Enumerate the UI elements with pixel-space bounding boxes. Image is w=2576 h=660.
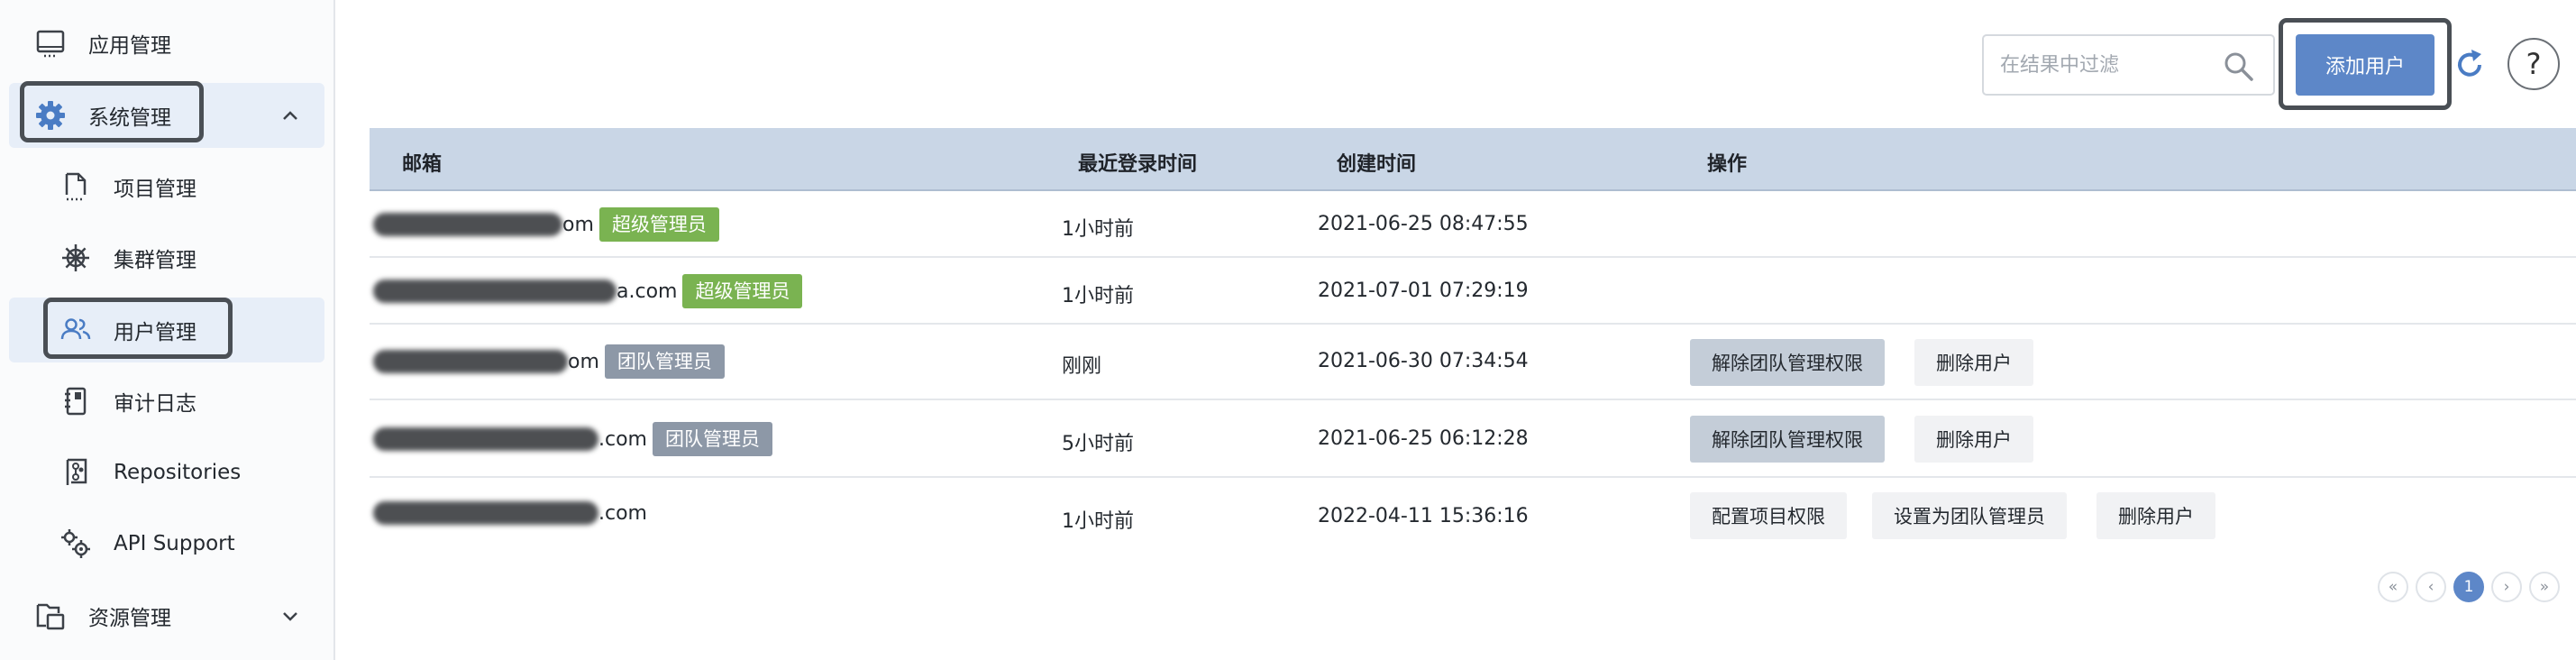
email-suffix: .com [598, 501, 647, 525]
column-header-email: 邮箱 [402, 153, 443, 176]
delete-user-button[interactable]: 删除用户 [1914, 416, 2033, 463]
created-cell: 2021-07-01 07:29:19 [1318, 280, 1529, 302]
email-suffix: a.com [617, 280, 678, 303]
pagination: « ‹ 1 › » [2378, 572, 2560, 602]
table-row: .com 1小时前 2022-04-11 15:36:16 配置项目权限 设置为… [370, 478, 2576, 550]
table-row: om 团队管理员 刚刚 2021-06-30 07:34:54 解除团队管理权限… [370, 325, 2576, 400]
sidebar-item-api-support[interactable]: API Support [9, 511, 324, 576]
column-header-created: 创建时间 [1337, 153, 1417, 176]
sidebar-item-label: Repositories [114, 461, 242, 484]
sidebar: 应用管理 系统管理 项目管理 集群管理 用户管理 审计日志 Repositori… [0, 0, 335, 660]
refresh-icon[interactable] [2452, 47, 2488, 83]
sidebar-item-project-management[interactable]: 项目管理 [9, 154, 324, 219]
last-page-button[interactable]: » [2529, 572, 2560, 602]
sidebar-item-audit-log[interactable]: 审计日志 [9, 369, 324, 434]
email-cell: om 团队管理员 [370, 344, 725, 379]
filter-input[interactable] [2000, 47, 2207, 83]
table-header: 邮箱 最近登录时间 创建时间 操作 [370, 128, 2576, 191]
app-root: 应用管理 系统管理 项目管理 集群管理 用户管理 审计日志 Repositori… [0, 0, 2576, 660]
email-cell: a.com 超级管理员 [370, 274, 803, 308]
monitor-icon [32, 25, 69, 61]
first-page-button[interactable]: « [2378, 572, 2408, 602]
sidebar-item-repositories[interactable]: Repositories [9, 440, 324, 505]
prev-page-button[interactable]: ‹ [2416, 572, 2446, 602]
notebook-icon [58, 383, 94, 419]
email-cell: om 超级管理员 [370, 207, 719, 242]
folders-icon [32, 598, 69, 634]
redacted-email [373, 280, 617, 303]
last-login-cell: 5小时前 [1062, 433, 1134, 455]
email-cell: .com [370, 501, 647, 525]
sidebar-item-label: 应用管理 [88, 34, 171, 58]
configure-project-permission-button[interactable]: 配置项目权限 [1690, 492, 1847, 539]
created-cell: 2022-04-11 15:36:16 [1318, 505, 1529, 527]
sidebar-item-cluster-management[interactable]: 集群管理 [9, 225, 324, 290]
last-login-cell: 1小时前 [1062, 218, 1134, 241]
revoke-team-admin-button[interactable]: 解除团队管理权限 [1690, 339, 1885, 386]
set-team-admin-button[interactable]: 设置为团队管理员 [1872, 492, 2067, 539]
table-row: a.com 超级管理员 1小时前 2021-07-01 07:29:19 [370, 258, 2576, 325]
helm-wheel-icon [58, 240, 94, 276]
sidebar-item-label: 项目管理 [114, 178, 196, 201]
email-cell: .com 团队管理员 [370, 422, 772, 456]
help-button[interactable]: ? [2507, 38, 2560, 90]
delete-user-button[interactable]: 删除用户 [1914, 339, 2033, 386]
created-cell: 2021-06-25 06:12:28 [1318, 427, 1529, 450]
column-header-last-login: 最近登录时间 [1078, 153, 1198, 176]
role-badge: 超级管理员 [598, 207, 719, 242]
next-page-button[interactable]: › [2491, 572, 2522, 602]
sidebar-item-resource-management[interactable]: 资源管理 [9, 583, 324, 648]
role-badge: 团队管理员 [652, 422, 772, 456]
highlight-frame-add [2279, 18, 2452, 110]
search-icon[interactable] [2223, 50, 2255, 83]
highlight-frame-system [20, 81, 204, 142]
sidebar-item-app-management[interactable]: 应用管理 [9, 11, 324, 76]
repository-icon [58, 454, 94, 490]
email-suffix: om [568, 350, 599, 373]
last-login-cell: 刚刚 [1062, 355, 1102, 378]
sidebar-item-label: 资源管理 [88, 607, 171, 630]
role-badge: 超级管理员 [682, 274, 803, 308]
redacted-email [373, 350, 568, 373]
revoke-team-admin-button[interactable]: 解除团队管理权限 [1690, 416, 1885, 463]
chevron-up-icon[interactable] [279, 105, 301, 126]
created-cell: 2021-06-30 07:34:54 [1318, 350, 1529, 372]
column-header-actions: 操作 [1707, 153, 1748, 176]
highlight-frame-users [43, 298, 233, 359]
created-cell: 2021-06-25 08:47:55 [1318, 213, 1529, 235]
chevron-down-icon[interactable] [279, 605, 301, 627]
redacted-email [373, 501, 598, 525]
filter-search-box[interactable] [1982, 34, 2275, 96]
role-badge: 团队管理员 [604, 344, 725, 379]
sidebar-item-label: 集群管理 [114, 249, 196, 272]
sidebar-item-label: 审计日志 [114, 392, 196, 416]
email-suffix: .com [598, 427, 647, 451]
sidebar-item-label: API Support [114, 532, 235, 555]
page-1-button[interactable]: 1 [2453, 572, 2484, 602]
main-content: 添加用户 ? 邮箱 最近登录时间 创建时间 操作 om 超级管理员 1小时前 2… [337, 0, 2576, 660]
table-row: om 超级管理员 1小时前 2021-06-25 08:47:55 [370, 191, 2576, 258]
file-icon [58, 169, 94, 205]
redacted-email [373, 427, 598, 451]
table-row: .com 团队管理员 5小时前 2021-06-25 06:12:28 解除团队… [370, 400, 2576, 478]
delete-user-button[interactable]: 删除用户 [2096, 492, 2215, 539]
email-suffix: om [562, 213, 594, 236]
last-login-cell: 1小时前 [1062, 285, 1134, 307]
redacted-email [373, 213, 562, 236]
gears-icon [58, 526, 94, 562]
last-login-cell: 1小时前 [1062, 510, 1134, 533]
